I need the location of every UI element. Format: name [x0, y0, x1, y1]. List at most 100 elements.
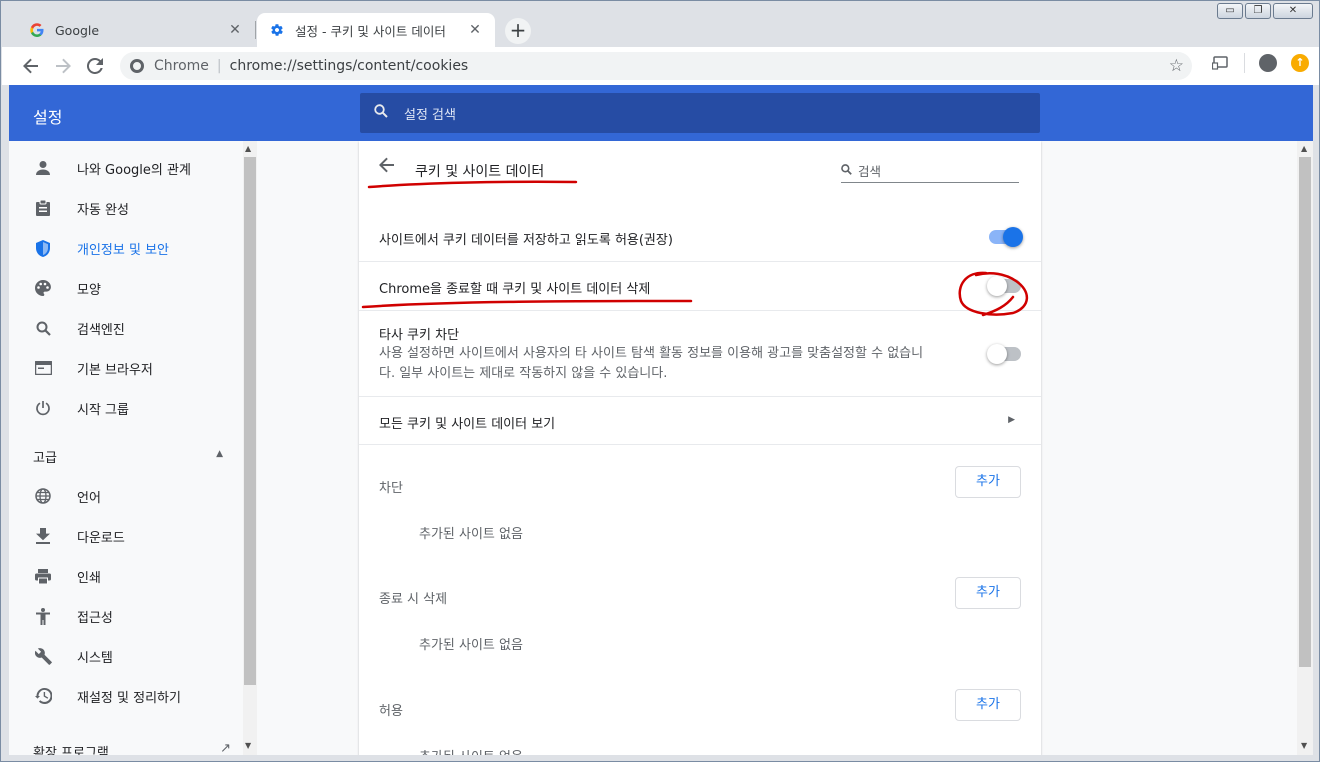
add-allow-button[interactable]: 추가 — [955, 689, 1021, 721]
see-all-cookies-row[interactable]: 모든 쿠키 및 사이트 데이터 보기 ▶ — [359, 396, 1041, 444]
page-title: 쿠키 및 사이트 데이터 — [415, 164, 545, 180]
scroll-down-arrow-icon[interactable]: ▼ — [245, 741, 251, 750]
toolbar: Chrome | chrome://settings/content/cooki… — [2, 47, 1319, 85]
tab-title: 설정 - 쿠키 및 사이트 데이터 — [295, 23, 446, 39]
setting-row-block-third-party[interactable]: 타사 쿠키 차단 사용 설정하면 사이트에서 사용자의 타 사이트 탐색 활동 … — [359, 310, 1041, 396]
search-icon — [33, 318, 53, 338]
shield-icon — [33, 238, 53, 258]
wrench-icon — [33, 646, 53, 666]
sidebar-item-system[interactable]: 시스템 — [9, 636, 243, 676]
tab-google[interactable]: Google ✕ — [17, 13, 255, 47]
sidebar-item-label: 모양 — [77, 282, 101, 298]
subpage-header: 쿠키 및 사이트 데이터 검색 — [359, 141, 1041, 197]
sidebar-item-label: 시작 그룹 — [77, 402, 129, 418]
settings-search-placeholder: 설정 검색 — [404, 107, 456, 123]
scroll-up-arrow-icon[interactable]: ▲ — [1301, 144, 1307, 153]
see-all-cookies-label: 모든 쿠키 및 사이트 데이터 보기 — [379, 417, 556, 432]
subpage-search-input[interactable]: 검색 — [841, 159, 1019, 183]
setting-description-line: 사용 설정하면 사이트에서 사용자의 타 사이트 탐색 활동 정보를 이용해 광… — [379, 346, 924, 361]
sidebar-item-search-engine[interactable]: 검색엔진 — [9, 308, 243, 348]
empty-list-message: 추가된 사이트 없음 — [419, 527, 523, 542]
setting-label: Chrome을 종료할 때 쿠키 및 사이트 데이터 삭제 — [379, 282, 651, 297]
back-arrow-icon — [23, 58, 38, 74]
sidebar-item-label: 인쇄 — [77, 570, 101, 586]
sidebar-advanced-toggle[interactable]: 고급 ▲ — [33, 447, 223, 466]
scroll-down-arrow-icon[interactable]: ▼ — [1301, 741, 1307, 750]
forward-button[interactable] — [48, 51, 78, 81]
history-icon — [33, 686, 53, 706]
open-in-new-icon: ↗ — [220, 741, 231, 755]
sidebar-scrollbar[interactable]: ▲ ▼ — [243, 141, 257, 755]
omnibox-url: chrome://settings/content/cookies — [229, 58, 469, 74]
forward-arrow-icon — [56, 58, 71, 74]
reload-icon — [87, 58, 103, 74]
person-icon — [33, 158, 53, 178]
tab-settings[interactable]: 설정 - 쿠키 및 사이트 데이터 ✕ — [257, 13, 495, 47]
sidebar-item-accessibility[interactable]: 접근성 — [9, 596, 243, 636]
bookmark-star-icon[interactable]: ☆ — [1169, 56, 1184, 76]
google-g-icon — [29, 22, 45, 38]
sidebar-item-appearance[interactable]: 모양 — [9, 268, 243, 308]
profile-avatar-icon[interactable] — [1259, 54, 1277, 72]
sidebar-item-label: 시스템 — [77, 650, 113, 666]
reload-button[interactable] — [80, 51, 110, 81]
sidebar-item-downloads[interactable]: 다운로드 — [9, 516, 243, 556]
sidebar-advanced-label: 고급 — [33, 451, 57, 466]
add-block-button[interactable]: 추가 — [955, 466, 1021, 498]
update-icon[interactable]: ↑ — [1291, 54, 1309, 72]
section-label: 종료 시 삭제 — [379, 592, 448, 607]
allow-cookies-toggle[interactable] — [989, 227, 1023, 247]
settings-search-input[interactable]: 설정 검색 — [360, 93, 1040, 133]
setting-label: 사이트에서 쿠키 데이터를 저장하고 읽도록 허용(권장) — [379, 233, 673, 248]
tab-title: Google — [55, 22, 100, 38]
sidebar-item-extensions[interactable]: 확장 프로그램 ↗ — [9, 731, 243, 755]
toggle-knob — [1003, 227, 1023, 247]
clipboard-icon — [33, 198, 53, 218]
globe-icon — [33, 486, 53, 506]
new-tab-button[interactable]: + — [505, 18, 531, 44]
subpage-search-placeholder: 검색 — [858, 164, 882, 179]
main-scroll-thumb[interactable] — [1299, 157, 1311, 667]
tab-close-icon[interactable]: ✕ — [227, 22, 243, 38]
back-button[interactable] — [16, 51, 46, 81]
scroll-up-arrow-icon[interactable]: ▲ — [245, 144, 251, 153]
toolbar-right: ↑ — [1210, 53, 1309, 73]
sidebar-item-privacy-security[interactable]: 개인정보 및 보안 — [9, 228, 243, 268]
sidebar-item-label: 다운로드 — [77, 530, 125, 546]
block-section: 차단 추가 추가된 사이트 없음 — [359, 444, 1041, 556]
minimize-button[interactable]: ▭ — [1217, 3, 1243, 19]
section-label: 허용 — [379, 704, 403, 719]
settings-title: 설정 — [33, 108, 63, 127]
sidebar-item-reset[interactable]: 재설정 및 정리하기 — [9, 676, 243, 716]
setting-description: 사용 설정하면 사이트에서 사용자의 타 사이트 탐색 활동 정보를 이용해 광… — [379, 344, 959, 384]
sidebar-item-autofill[interactable]: 자동 완성 — [9, 188, 243, 228]
sidebar-item-on-startup[interactable]: 시작 그룹 — [9, 388, 243, 428]
clear-on-exit-toggle[interactable] — [987, 276, 1021, 296]
setting-row-clear-on-exit[interactable]: Chrome을 종료할 때 쿠키 및 사이트 데이터 삭제 — [359, 261, 1041, 310]
cast-icon[interactable] — [1210, 53, 1230, 73]
add-clear-on-exit-button[interactable]: 추가 — [955, 577, 1021, 609]
block-third-party-toggle[interactable] — [987, 344, 1021, 364]
close-window-button[interactable]: ✕ — [1273, 3, 1313, 19]
settings-header: 설정 설정 검색 — [9, 85, 1313, 141]
toolbar-divider — [1244, 53, 1245, 73]
tab-close-icon[interactable]: ✕ — [467, 22, 483, 38]
clear-on-exit-section: 종료 시 삭제 추가 추가된 사이트 없음 — [359, 556, 1041, 668]
back-arrow-icon[interactable] — [379, 157, 395, 178]
sidebar-item-default-browser[interactable]: 기본 브라우저 — [9, 348, 243, 388]
sidebar-scroll-thumb[interactable] — [244, 157, 256, 685]
sidebar-item-label: 확장 프로그램 — [33, 745, 109, 756]
section-label: 차단 — [379, 481, 403, 496]
maximize-button[interactable]: ❐ — [1245, 3, 1271, 19]
sidebar-item-languages[interactable]: 언어 — [9, 476, 243, 516]
cookies-settings-card: 쿠키 및 사이트 데이터 검색 사이트에서 쿠키 데이터를 저장하고 읽도록 허… — [359, 141, 1041, 755]
sidebar-item-label: 자동 완성 — [77, 202, 129, 218]
sidebar-item-you-and-google[interactable]: 나와 Google의 관계 — [9, 148, 243, 188]
main-scrollbar[interactable]: ▲ ▼ — [1297, 141, 1313, 755]
omnibox[interactable]: Chrome | chrome://settings/content/cooki… — [120, 52, 1192, 80]
sidebar-item-printing[interactable]: 인쇄 — [9, 556, 243, 596]
setting-label: 타사 쿠키 차단 — [379, 328, 460, 343]
browser-window-icon — [33, 358, 53, 378]
sidebar: 나와 Google의 관계 자동 완성 개인정보 및 보안 모양 검색엔진 기본… — [9, 141, 243, 755]
setting-row-allow-cookies[interactable]: 사이트에서 쿠키 데이터를 저장하고 읽도록 허용(권장) — [359, 213, 1041, 261]
